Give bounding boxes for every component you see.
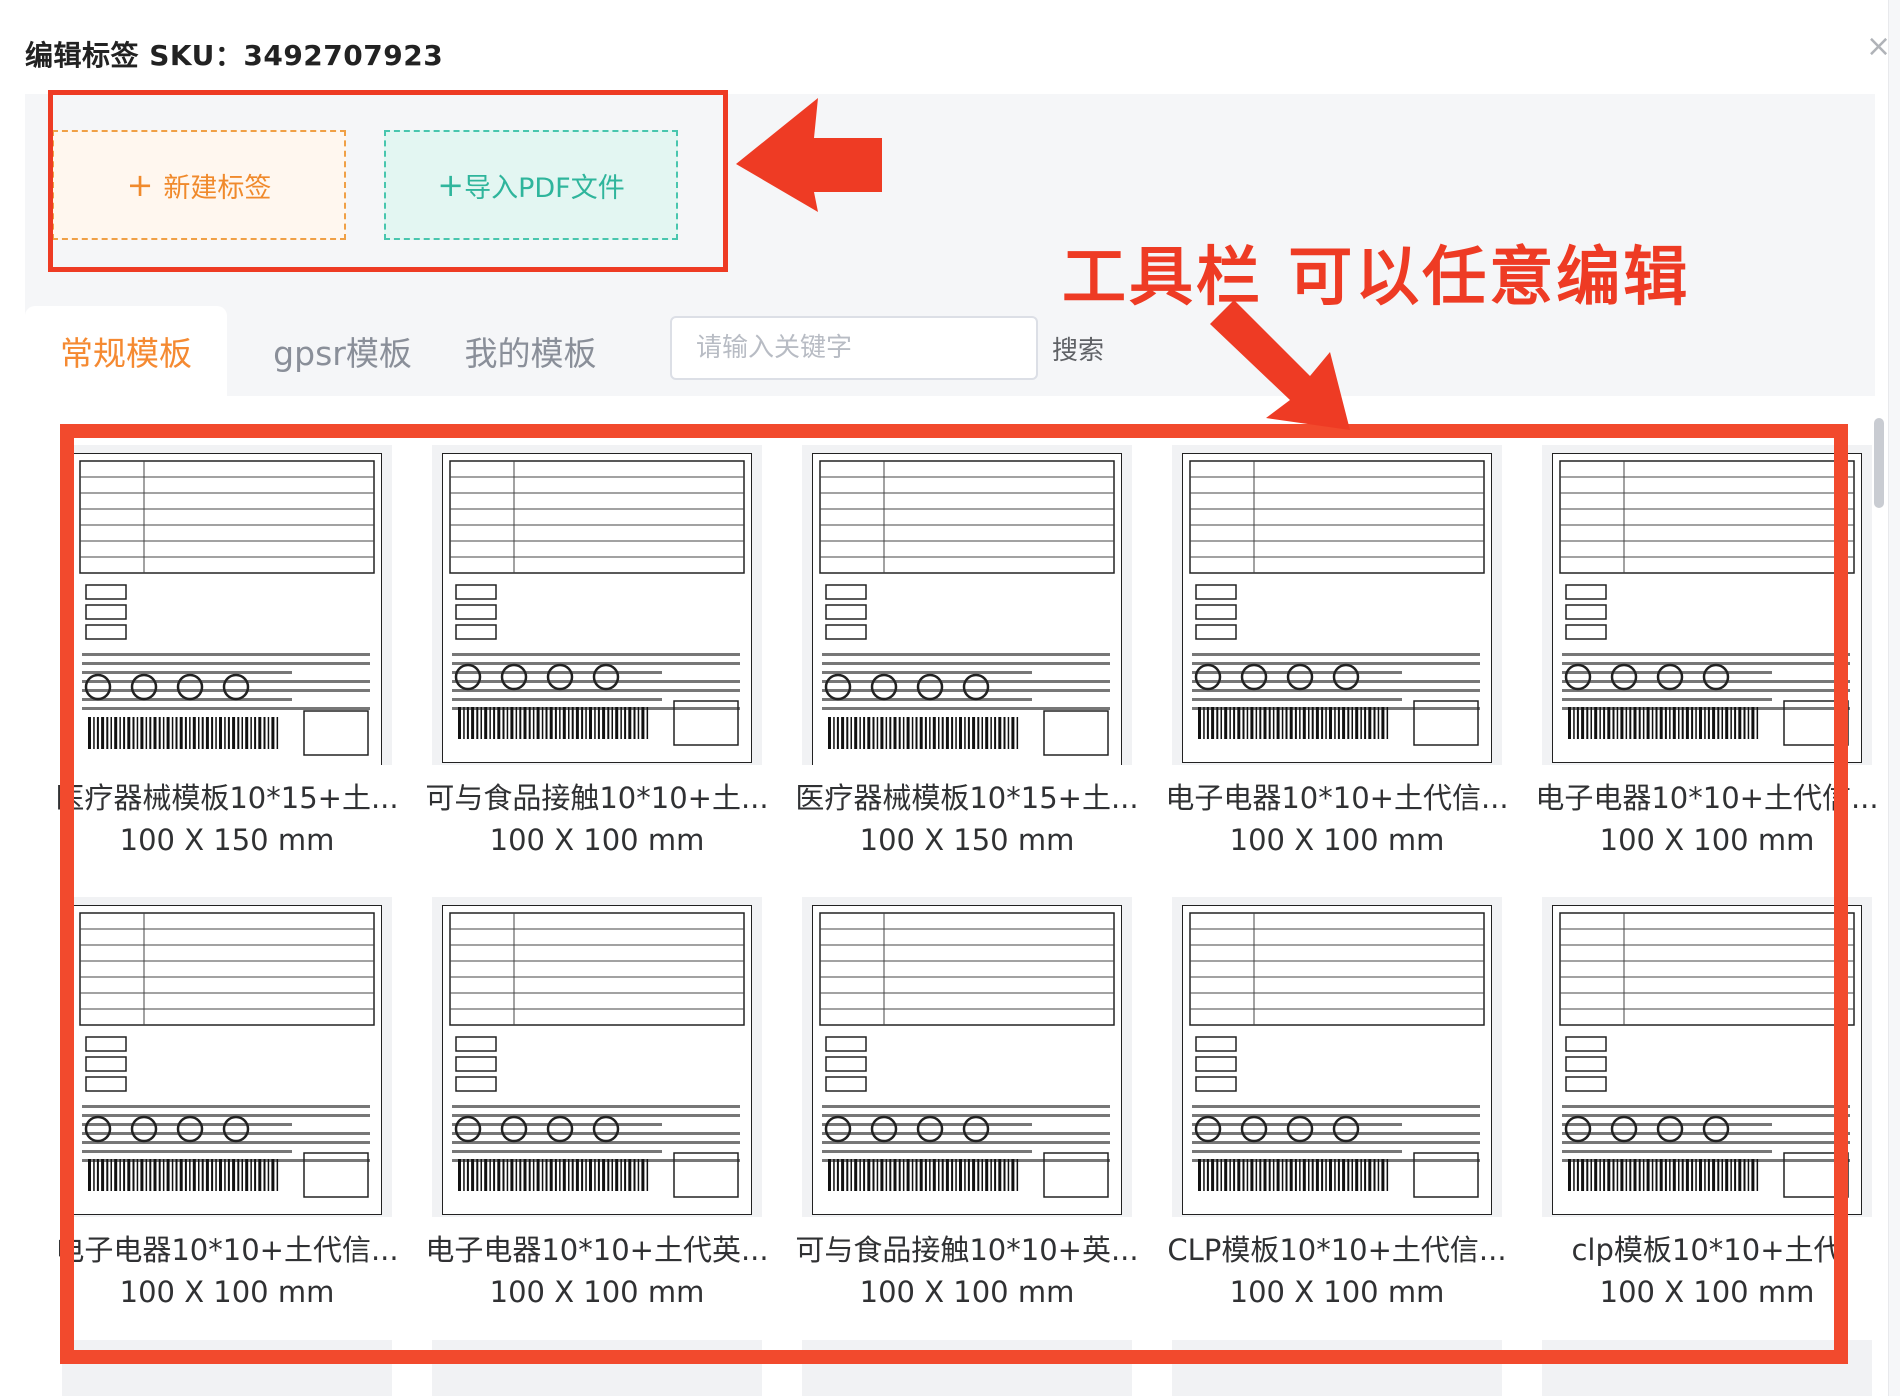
tab-regular-templates[interactable]: 常规模板 — [25, 306, 227, 396]
tab-my-templates[interactable]: 我的模板 — [458, 306, 603, 396]
annotation-arrow-down-icon — [1210, 300, 1350, 430]
page-scrollbar[interactable] — [1888, 0, 1900, 1396]
grid-scrollbar[interactable] — [1874, 418, 1884, 508]
annotation-text: 工具栏 可以任意编辑 — [1062, 241, 1691, 315]
search-input[interactable] — [670, 316, 1038, 380]
search-button[interactable]: 搜索 — [1052, 330, 1104, 367]
annotation-arrow-left-icon — [736, 98, 882, 212]
annotation-box-toolbar — [48, 90, 728, 272]
tab-gpsr-templates[interactable]: gpsr模板 — [255, 306, 430, 396]
dialog-title: 编辑标签 SKU：3492707923 — [25, 39, 444, 72]
label-editor-dialog: 编辑标签 SKU：3492707923 × + 新建标签 + 导入PDF文件 常… — [0, 0, 1900, 1396]
annotation-box-templates — [60, 424, 1848, 1364]
